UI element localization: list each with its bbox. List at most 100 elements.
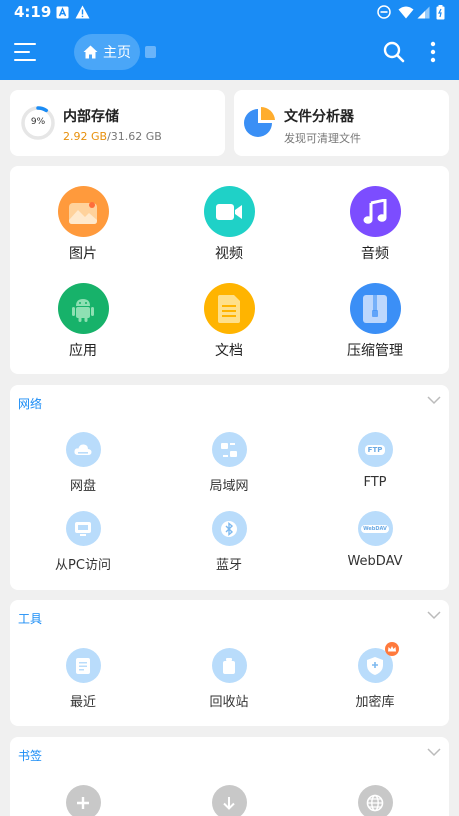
bookmarks-section-title: 书签 xyxy=(18,749,43,763)
chevron-down-icon[interactable] xyxy=(427,395,441,405)
network-item-ftp[interactable]: FTP FTP xyxy=(315,432,435,490)
category-audio[interactable]: 音频 xyxy=(320,186,430,263)
category-archives-label: 压缩管理 xyxy=(347,343,403,359)
battery-icon xyxy=(436,4,445,20)
search-button[interactable] xyxy=(382,40,406,64)
chevron-down-icon[interactable] xyxy=(427,610,441,620)
video-icon xyxy=(216,203,242,220)
storage-used: 2.92 GB xyxy=(63,130,108,143)
network-item-webdav[interactable]: WebDAV WebDAV xyxy=(315,511,435,569)
recycle-bin-icon xyxy=(223,657,235,674)
category-grid: 图片 视频 音频 应用 文档 压缩管理 xyxy=(10,166,449,374)
tools-item-label: 加密库 xyxy=(355,695,395,710)
file-analyzer-card[interactable]: 文件分析器 发现可清理文件 xyxy=(234,90,449,156)
wifi-icon xyxy=(398,4,414,20)
storage-title: 内部存储 xyxy=(63,109,119,125)
category-videos-label: 视频 xyxy=(215,246,243,262)
network-item-label: 网盘 xyxy=(69,479,96,494)
search-icon xyxy=(383,41,405,63)
webdav-icon: WebDAV xyxy=(361,524,389,533)
category-videos-circle xyxy=(203,186,255,237)
recent-bubble xyxy=(65,648,101,683)
document-icon xyxy=(218,294,240,323)
home-label: 主页 xyxy=(103,45,131,61)
category-documents[interactable]: 文档 xyxy=(174,283,284,360)
globe-icon xyxy=(366,794,384,811)
category-videos[interactable]: 视频 xyxy=(174,186,284,263)
bluetooth-icon xyxy=(221,520,237,537)
bookmark-add-button[interactable] xyxy=(23,785,143,816)
category-images-circle xyxy=(57,186,109,237)
network-section: 网络 网盘 局域网 FTP FTP 从PC访问 蓝牙 WebDAV WebDAV xyxy=(10,385,449,590)
vault-bubble xyxy=(357,642,399,683)
notification-a-icon xyxy=(56,4,69,20)
tools-item-label: 回收站 xyxy=(209,695,249,710)
network-item-label: FTP xyxy=(363,475,387,490)
bookmark-web[interactable] xyxy=(315,785,435,816)
category-audio-label: 音频 xyxy=(361,246,389,262)
bookmarks-section: 书签 xyxy=(10,737,449,816)
bookmark-web-bubble xyxy=(357,785,393,816)
storage-usage: 2.92 GB/31.62 GB xyxy=(63,130,162,143)
tools-item-recycle-bin[interactable]: 回收站 xyxy=(169,648,289,710)
recent-icon xyxy=(76,657,90,674)
bookmark-downloads[interactable] xyxy=(169,785,289,816)
bluetooth-bubble xyxy=(211,511,247,546)
category-images[interactable]: 图片 xyxy=(28,186,138,263)
status-bar: 4:19 xyxy=(0,0,459,24)
cloud-drive-icon xyxy=(74,443,92,455)
analyzer-subtitle: 发现可清理文件 xyxy=(284,132,361,145)
network-section-title: 网络 xyxy=(18,397,43,411)
storage-percent: 9% xyxy=(30,117,46,127)
bookmark-downloads-bubble xyxy=(211,785,247,816)
network-item-cloud-drive[interactable]: 网盘 xyxy=(23,432,143,494)
signal-icon xyxy=(417,4,430,20)
category-archives[interactable]: 压缩管理 xyxy=(320,283,430,360)
category-apps[interactable]: 应用 xyxy=(28,283,138,360)
bookmark-add-bubble xyxy=(65,785,101,816)
pc-access-icon xyxy=(75,521,91,536)
network-item-label: WebDAV xyxy=(347,554,403,569)
ftp-icon: FTP xyxy=(364,444,386,455)
chevron-down-icon[interactable] xyxy=(427,747,441,757)
network-item-lan[interactable]: 局域网 xyxy=(169,432,289,494)
recycle-bin-bubble xyxy=(211,648,247,683)
sd-card-icon[interactable] xyxy=(145,46,156,58)
category-apps-circle xyxy=(57,283,109,334)
network-item-bluetooth[interactable]: 蓝牙 xyxy=(169,511,289,573)
dnd-icon xyxy=(377,4,391,20)
plus-icon xyxy=(77,796,89,809)
more-options-button[interactable] xyxy=(428,40,438,64)
network-item-label: 局域网 xyxy=(209,479,249,494)
menu-button[interactable] xyxy=(14,40,40,64)
category-documents-circle xyxy=(203,283,255,334)
crown-icon xyxy=(384,642,399,656)
music-icon xyxy=(363,198,387,224)
storage-total: /31.62 GB xyxy=(107,130,162,143)
webdav-bubble: WebDAV xyxy=(357,511,393,546)
status-time: 4:19 xyxy=(14,3,52,21)
tools-item-vault[interactable]: 加密库 xyxy=(315,642,435,710)
home-tab[interactable]: 主页 xyxy=(74,34,140,70)
network-item-pc-access[interactable]: 从PC访问 xyxy=(23,511,143,573)
app-bar: 主页 xyxy=(0,24,459,80)
tools-item-recent[interactable]: 最近 xyxy=(23,648,143,710)
cloud-drive-bubble xyxy=(65,432,101,467)
vault-icon xyxy=(367,656,383,675)
internal-storage-card[interactable]: 9% 内部存储 2.92 GB/31.62 GB xyxy=(10,90,225,156)
image-icon xyxy=(69,201,97,224)
lan-icon xyxy=(221,442,237,457)
tools-section: 工具 最近 回收站 加密库 xyxy=(10,600,449,726)
analyzer-title: 文件分析器 xyxy=(284,109,354,125)
tools-section-title: 工具 xyxy=(18,612,43,626)
top-bar: 4:19 主页 xyxy=(0,0,459,80)
more-vert-icon xyxy=(430,41,436,63)
home-icon xyxy=(83,45,98,59)
warning-icon xyxy=(75,4,90,20)
network-item-label: 从PC访问 xyxy=(55,558,111,573)
archive-icon xyxy=(363,294,387,323)
download-icon xyxy=(223,796,235,810)
pie-chart-icon xyxy=(244,106,275,137)
android-icon xyxy=(72,298,94,322)
tools-item-label: 最近 xyxy=(69,695,96,710)
